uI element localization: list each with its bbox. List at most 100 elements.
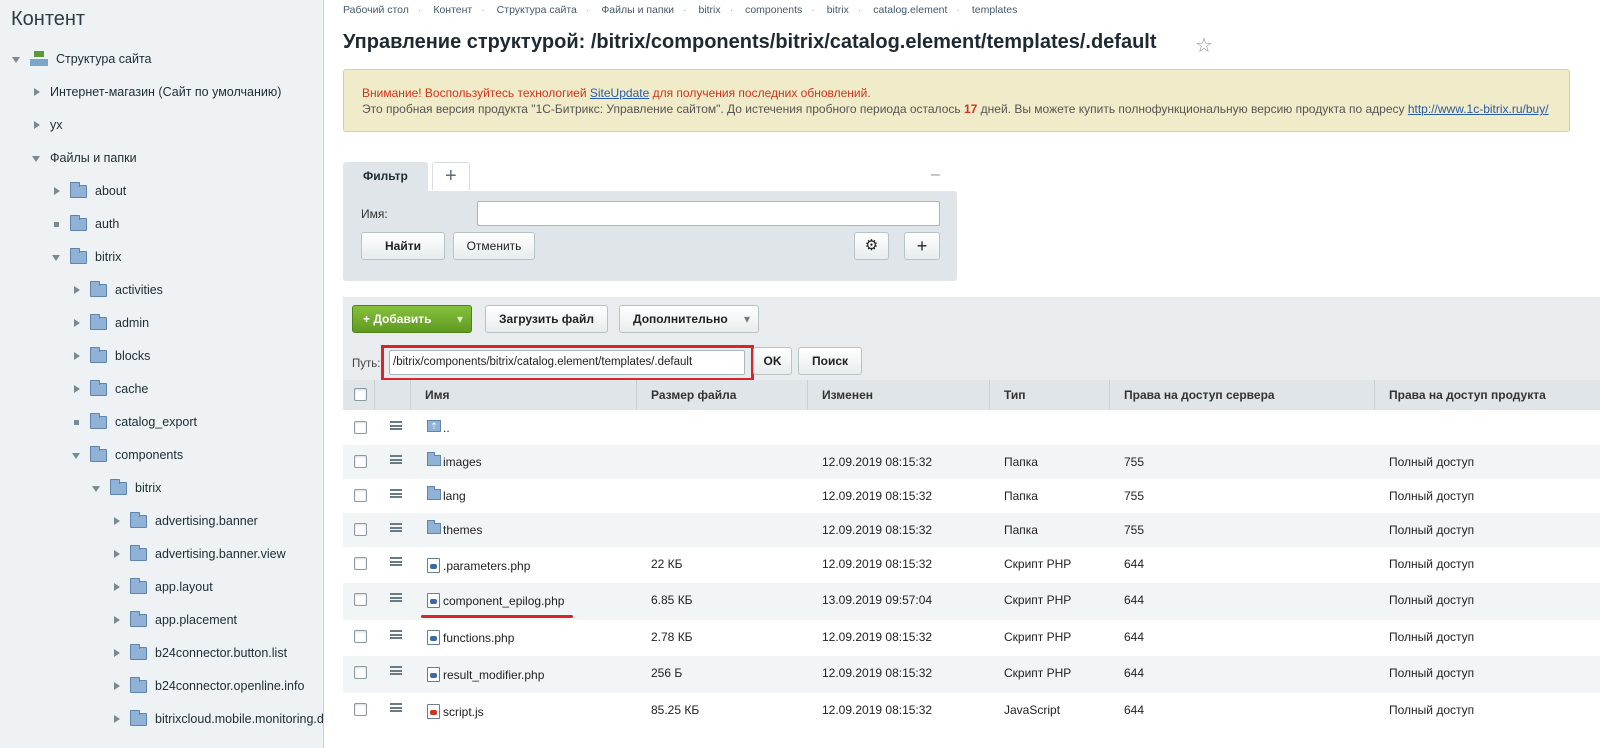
column-header-name[interactable]: Имя — [425, 388, 450, 402]
expand-arrow-icon[interactable] — [32, 153, 42, 163]
file-name[interactable]: .parameters.php — [443, 559, 530, 573]
column-header-size[interactable]: Размер файла — [651, 388, 736, 402]
expand-arrow-icon[interactable] — [52, 252, 62, 262]
expand-arrow-icon[interactable] — [92, 483, 102, 493]
tree-item-advertising-banner-view[interactable]: advertising.banner.view — [112, 543, 286, 565]
expand-arrow-icon[interactable] — [72, 351, 82, 361]
column-header-product-rights[interactable]: Права на доступ продукта — [1389, 388, 1546, 402]
file-name[interactable]: result_modifier.php — [443, 668, 544, 682]
row-menu-icon[interactable] — [390, 421, 402, 430]
expand-arrow-icon[interactable] — [112, 516, 122, 526]
expand-arrow-icon[interactable] — [72, 285, 82, 295]
tree-item-auth[interactable]: auth — [52, 213, 119, 235]
tree-item-activities[interactable]: activities — [72, 279, 163, 301]
tree-item-b24connector-button-list[interactable]: b24connector.button.list — [112, 642, 287, 664]
expand-arrow-icon[interactable] — [32, 120, 42, 130]
path-ok-button[interactable]: OK — [753, 347, 792, 375]
siteupdate-link[interactable]: SiteUpdate — [590, 86, 649, 100]
row-checkbox[interactable] — [354, 703, 367, 716]
upload-file-button[interactable]: Загрузить файл — [485, 305, 608, 333]
expand-arrow-icon[interactable] — [72, 318, 82, 328]
expand-arrow-icon[interactable] — [112, 648, 122, 658]
file-name[interactable]: themes — [443, 523, 482, 537]
tree-item-online-store[interactable]: Интернет-магазин (Сайт по умолчанию) — [32, 81, 281, 103]
tree-item-site-structure[interactable]: Структура сайта — [12, 48, 152, 70]
row-menu-icon[interactable] — [390, 593, 402, 602]
row-checkbox[interactable] — [354, 421, 367, 434]
breadcrumb-item[interactable]: components — [745, 4, 802, 16]
file-name[interactable]: script.js — [443, 705, 484, 719]
breadcrumb-item[interactable]: bitrix — [827, 4, 849, 16]
expand-arrow-icon[interactable] — [52, 186, 62, 196]
path-search-button[interactable]: Поиск — [798, 347, 862, 375]
tree-item-components-bitrix[interactable]: bitrix — [92, 477, 161, 499]
more-button[interactable]: Дополнительно ▾ — [619, 305, 759, 333]
tree-item-yx[interactable]: ух — [32, 114, 63, 136]
buy-link[interactable]: http://www.1c-bitrix.ru/buy/ — [1408, 102, 1549, 116]
row-menu-icon[interactable] — [390, 630, 402, 639]
cancel-button[interactable]: Отменить — [453, 232, 535, 260]
breadcrumb-item[interactable]: catalog.element — [873, 4, 947, 16]
filter-settings-gear-icon[interactable]: ⚙ — [854, 232, 889, 260]
filter-minimize-button[interactable]: – — [931, 166, 940, 184]
tree-item-app-placement[interactable]: app.placement — [112, 609, 237, 631]
tree-item-components[interactable]: components — [72, 444, 183, 466]
row-checkbox[interactable] — [354, 523, 367, 536]
tree-item-admin[interactable]: admin — [72, 312, 149, 334]
breadcrumb-item[interactable]: templates — [972, 4, 1018, 16]
breadcrumb-item[interactable]: bitrix — [698, 4, 720, 16]
row-checkbox[interactable] — [354, 666, 367, 679]
row-menu-icon[interactable] — [390, 666, 402, 675]
file-name[interactable]: images — [443, 455, 482, 469]
column-header-type[interactable]: Тип — [1004, 388, 1026, 402]
file-name[interactable]: component_epilog.php — [443, 594, 564, 608]
tab-filter[interactable]: Фильтр — [343, 162, 428, 191]
row-menu-icon[interactable] — [390, 489, 402, 498]
column-header-modified[interactable]: Изменен — [822, 388, 873, 402]
table-row[interactable]: .parameters.php 22 КБ 12.09.2019 08:15:3… — [343, 547, 1600, 583]
expand-arrow-icon[interactable] — [112, 549, 122, 559]
tree-item-bitrix[interactable]: bitrix — [52, 246, 121, 268]
row-menu-icon[interactable] — [390, 703, 402, 712]
tree-item-catalog-export[interactable]: catalog_export — [72, 411, 197, 433]
tree-item-files-folders[interactable]: Файлы и папки — [32, 147, 137, 169]
tree-item-b24connector-openline-info[interactable]: b24connector.openline.info — [112, 675, 304, 697]
file-name[interactable]: lang — [443, 489, 466, 503]
chevron-down-icon[interactable]: ▾ — [457, 306, 463, 332]
add-filter-tab-button[interactable]: + — [431, 162, 470, 190]
expand-arrow-icon[interactable] — [112, 582, 122, 592]
row-checkbox[interactable] — [354, 455, 367, 468]
expand-arrow-icon[interactable] — [32, 87, 42, 97]
breadcrumb-item[interactable]: Рабочий стол — [343, 4, 409, 16]
filter-add-field-button[interactable]: + — [904, 232, 940, 260]
tree-item-blocks[interactable]: blocks — [72, 345, 150, 367]
add-button[interactable]: + Добавить ▾ — [352, 305, 472, 333]
file-name[interactable]: functions.php — [443, 631, 514, 645]
table-row[interactable]: lang 12.09.2019 08:15:32 Папка 755 Полны… — [343, 479, 1600, 513]
favorite-star-icon[interactable]: ☆ — [1195, 33, 1213, 58]
expand-arrow-icon[interactable] — [72, 384, 82, 394]
expand-arrow-icon[interactable] — [112, 681, 122, 691]
tree-item-advertising-banner[interactable]: advertising.banner — [112, 510, 258, 532]
expand-arrow-icon[interactable] — [112, 714, 122, 724]
expand-arrow-icon[interactable] — [72, 450, 82, 460]
table-row[interactable]: images 12.09.2019 08:15:32 Папка 755 Пол… — [343, 445, 1600, 479]
table-row[interactable]: functions.php 2.78 КБ 12.09.2019 08:15:3… — [343, 620, 1600, 656]
row-checkbox[interactable] — [354, 489, 367, 502]
row-menu-icon[interactable] — [390, 455, 402, 464]
table-row-parent[interactable]: ⇡ .. — [343, 411, 1600, 445]
tree-item-cache[interactable]: cache — [72, 378, 148, 400]
row-checkbox[interactable] — [354, 593, 367, 606]
row-checkbox[interactable] — [354, 630, 367, 643]
select-all-checkbox[interactable] — [354, 388, 367, 401]
row-menu-icon[interactable] — [390, 557, 402, 566]
table-row[interactable]: themes 12.09.2019 08:15:32 Папка 755 Пол… — [343, 513, 1600, 547]
row-checkbox[interactable] — [354, 557, 367, 570]
tree-item-app-layout[interactable]: app.layout — [112, 576, 213, 598]
expand-arrow-icon[interactable] — [12, 54, 22, 64]
tree-item-bitrixcloud-mobile-monitoring[interactable]: bitrixcloud.mobile.monitoring.det — [112, 708, 323, 730]
expand-arrow-icon[interactable] — [112, 615, 122, 625]
filter-name-input[interactable] — [477, 201, 940, 226]
breadcrumb-item[interactable]: Структура сайта — [497, 4, 577, 16]
row-menu-icon[interactable] — [390, 523, 402, 532]
